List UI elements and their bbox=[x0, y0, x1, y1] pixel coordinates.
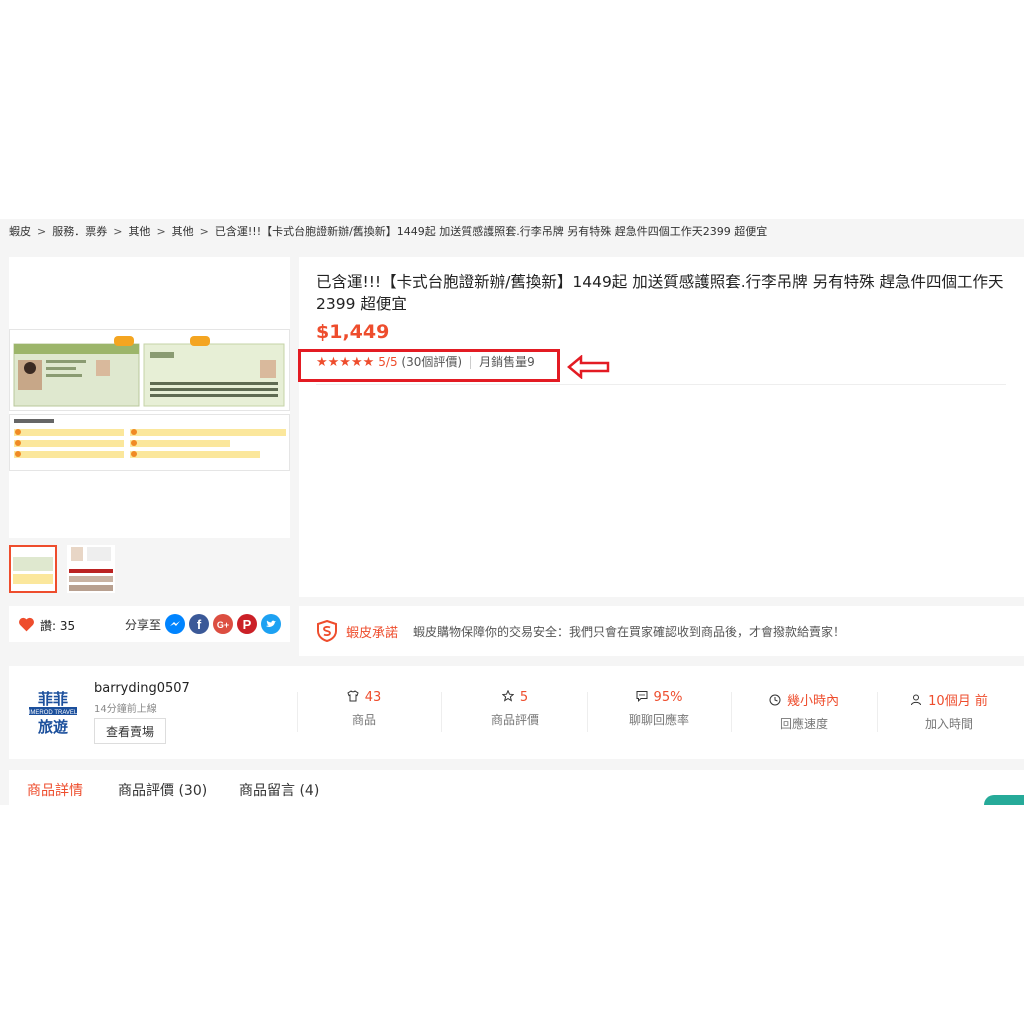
stat-value: 95% bbox=[653, 690, 683, 705]
stat-joined[interactable]: 10個月 前 加入時間 bbox=[889, 690, 1009, 732]
thumbnail-list bbox=[9, 545, 290, 597]
breadcrumb-item-other[interactable]: 其他 bbox=[128, 225, 150, 238]
stat-label: 加入時間 bbox=[924, 717, 973, 731]
highlight-box bbox=[298, 349, 560, 382]
features-image bbox=[9, 414, 290, 471]
seller-panel: 菲菲 IMEROD TRAVEL 旅遊 barryding0507 14分鐘前上… bbox=[9, 666, 1024, 759]
stat-label: 聊聊回應率 bbox=[628, 713, 689, 727]
svg-text:G+: G+ bbox=[217, 620, 229, 630]
chevron-right-icon: > bbox=[113, 225, 123, 238]
svg-text:f: f bbox=[197, 617, 202, 632]
thumbnail-1[interactable] bbox=[9, 545, 57, 593]
thumbnail-2[interactable] bbox=[67, 545, 115, 593]
stat-response-rate[interactable]: 95% 聊聊回應率 bbox=[599, 690, 719, 728]
pinterest-icon[interactable]: P bbox=[237, 614, 257, 638]
stat-value: 5 bbox=[519, 690, 529, 705]
share-label: 分享至 bbox=[125, 618, 162, 632]
stat-products[interactable]: 43 商品 bbox=[304, 690, 424, 728]
product-main-image[interactable] bbox=[9, 329, 290, 471]
user-icon bbox=[911, 694, 922, 706]
breadcrumb: 蝦皮 > 服務．票券 > 其他 > 其他 > 已含運!!!【卡式台胞證新辦/舊換新】1449起 … bbox=[0, 219, 1024, 249]
breadcrumb-item-shopee[interactable]: 蝦皮 bbox=[9, 225, 31, 238]
tab-product-reviews[interactable]: 商品評價 (30) bbox=[118, 780, 207, 800]
chevron-right-icon: > bbox=[37, 225, 47, 238]
stat-value: 10個月 前 bbox=[928, 694, 988, 709]
stat-label: 商品 bbox=[351, 713, 376, 727]
product-page: 蝦皮 > 服務．票券 > 其他 > 其他 > 已含運!!!【卡式台胞證新辦/舊換新】1449起 … bbox=[0, 219, 1024, 805]
seller-logo[interactable]: 菲菲 IMEROD TRAVEL 旅遊 bbox=[27, 688, 79, 738]
divider bbox=[441, 692, 442, 732]
star-outline-icon bbox=[501, 690, 514, 702]
id-card-sample-image bbox=[9, 329, 290, 411]
guarantee-panel: 蝦皮承諾 蝦皮購物保障你的交易安全：我們只會在買家確認收到商品後，才會撥款給賣家… bbox=[299, 606, 1024, 656]
logo-text-top: 菲菲 bbox=[38, 690, 68, 708]
view-shop-button[interactable]: 查看賣場 bbox=[94, 718, 166, 744]
google-plus-icon[interactable]: G+ bbox=[213, 614, 233, 638]
tab-product-details[interactable]: 商品詳情 bbox=[27, 780, 83, 800]
breadcrumb-item-services[interactable]: 服務．票券 bbox=[52, 225, 107, 238]
stat-label: 回應速度 bbox=[779, 717, 828, 731]
divider bbox=[316, 384, 1006, 385]
logo-text-mid: IMEROD TRAVEL bbox=[29, 710, 78, 716]
messenger-icon[interactable] bbox=[165, 614, 185, 638]
guarantee-title: 蝦皮承諾 bbox=[346, 626, 399, 641]
chevron-right-icon: > bbox=[199, 225, 209, 238]
divider bbox=[731, 692, 732, 732]
arrow-left-icon bbox=[567, 355, 610, 379]
chat-float-button[interactable] bbox=[984, 795, 1024, 805]
heart-icon[interactable] bbox=[18, 617, 35, 632]
guarantee-text: 蝦皮購物保障你的交易安全：我們只會在買家確認收到商品後，才會撥款給賣家！ bbox=[413, 625, 846, 639]
like-share-bar: 讚: 35 分享至 f G+ P bbox=[9, 606, 290, 642]
stat-value: 43 bbox=[364, 690, 382, 705]
seller-name[interactable]: barryding0507 bbox=[94, 681, 190, 696]
chevron-right-icon: > bbox=[156, 225, 166, 238]
svg-text:P: P bbox=[243, 617, 252, 632]
product-image[interactable] bbox=[9, 257, 290, 538]
facebook-icon[interactable]: f bbox=[189, 614, 209, 638]
twitter-icon[interactable] bbox=[261, 614, 281, 638]
stat-value: 幾小時內 bbox=[786, 694, 839, 709]
stat-label: 商品評價 bbox=[490, 713, 539, 727]
stat-response-time[interactable]: 幾小時內 回應速度 bbox=[744, 690, 864, 732]
like-count: 讚: 35 bbox=[40, 619, 76, 633]
clock-icon bbox=[769, 694, 781, 706]
product-price: $1,449 bbox=[316, 321, 390, 343]
divider bbox=[297, 692, 298, 732]
chat-icon bbox=[636, 691, 648, 702]
breadcrumb-current: 已含運!!!【卡式台胞證新辦/舊換新】1449起 加送質感護照套.行李吊牌 另有… bbox=[214, 225, 768, 238]
product-title: 已含運!!!【卡式台胞證新辦/舊換新】1449起 加送質感護照套.行李吊牌 另有… bbox=[316, 273, 1004, 313]
shield-icon bbox=[317, 620, 337, 642]
shirt-icon bbox=[347, 690, 359, 702]
product-tabs: 商品詳情 商品評價 (30) 商品留言 (4) bbox=[9, 770, 1024, 805]
divider bbox=[587, 692, 588, 732]
breadcrumb-item-other-sub[interactable]: 其他 bbox=[172, 225, 194, 238]
stat-ratings[interactable]: 5 商品評價 bbox=[455, 690, 575, 728]
divider bbox=[877, 692, 878, 732]
tab-product-comments[interactable]: 商品留言 (4) bbox=[239, 780, 319, 800]
logo-text-bottom: 旅遊 bbox=[38, 718, 68, 736]
seller-last-online: 14分鐘前上線 bbox=[94, 704, 157, 715]
product-info-panel: 已含運!!!【卡式台胞證新辦/舊換新】1449起 加送質感護照套.行李吊牌 另有… bbox=[299, 257, 1024, 597]
